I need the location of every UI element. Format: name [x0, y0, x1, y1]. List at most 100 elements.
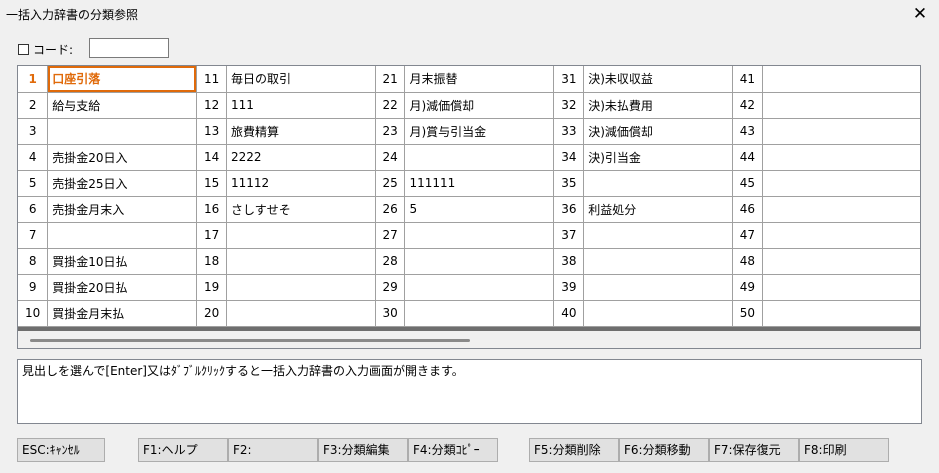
- category-name-cell[interactable]: 給与支給: [47, 92, 198, 119]
- category-number: 12: [196, 92, 227, 119]
- category-number: 37: [553, 222, 585, 249]
- code-label: コード:: [33, 42, 74, 57]
- category-name-cell[interactable]: 売掛金25日入: [47, 170, 198, 197]
- category-name-cell[interactable]: [762, 274, 920, 301]
- category-number: 45: [732, 170, 763, 197]
- f6-move-category-button[interactable]: F6:分類移動: [619, 438, 709, 462]
- category-name-cell[interactable]: [762, 118, 920, 145]
- grid-row: 8 買掛金10日払 18 28 38 48: [18, 248, 920, 275]
- category-name-cell[interactable]: [762, 300, 920, 327]
- grid-row: 1 口座引落 11 毎日の取引 21 月末振替 31 決)未収収益 41: [18, 66, 920, 93]
- help-message: 見出しを選んで[Enter]又はﾀﾞﾌﾞﾙｸﾘｯｸすると一括入力辞書の入力画面が…: [17, 359, 922, 424]
- category-name-cell[interactable]: 月)減価償却: [404, 92, 555, 119]
- category-name-cell[interactable]: [404, 274, 555, 301]
- category-number: 16: [196, 196, 227, 223]
- category-name-cell[interactable]: [226, 274, 376, 301]
- grid-row: 7 17 27 37 47: [18, 222, 920, 249]
- f4-copy-category-button[interactable]: F4:分類ｺﾋﾟｰ: [408, 438, 498, 462]
- category-number: 25: [375, 170, 406, 197]
- category-number: 34: [553, 144, 585, 171]
- category-name-cell[interactable]: 11112: [226, 170, 376, 197]
- category-number: 11: [196, 66, 227, 93]
- category-name-cell[interactable]: [47, 222, 198, 249]
- category-name-cell[interactable]: 月末振替: [404, 66, 555, 93]
- category-name-cell[interactable]: さしすせそ: [226, 196, 376, 223]
- f7-save-restore-button[interactable]: F7:保存復元: [709, 438, 799, 462]
- category-number: 28: [375, 248, 406, 275]
- category-name-cell[interactable]: [583, 274, 733, 301]
- category-name-cell[interactable]: 口座引落: [47, 66, 198, 93]
- esc-cancel-button[interactable]: ESC:ｷｬﾝｾﾙ: [17, 438, 105, 462]
- category-name-cell[interactable]: [762, 144, 920, 171]
- f5-delete-category-button[interactable]: F5:分類削除: [529, 438, 619, 462]
- grid-row: 9 買掛金20日払 19 29 39 49: [18, 274, 920, 301]
- category-name-cell[interactable]: [226, 222, 376, 249]
- f2-button[interactable]: F2:: [228, 438, 318, 462]
- category-name-cell[interactable]: 2222: [226, 144, 376, 171]
- category-name-cell[interactable]: [226, 248, 376, 275]
- category-name-cell[interactable]: [583, 300, 733, 327]
- category-name-cell[interactable]: [762, 92, 920, 119]
- category-name-cell[interactable]: [404, 222, 555, 249]
- category-name-cell[interactable]: 決)未収収益: [583, 66, 733, 93]
- category-name-cell[interactable]: [404, 300, 555, 327]
- f1-help-button[interactable]: F1:ヘルプ: [138, 438, 228, 462]
- category-name-cell[interactable]: [226, 300, 376, 327]
- category-number: 8: [18, 248, 49, 275]
- category-number: 15: [196, 170, 227, 197]
- category-number: 4: [18, 144, 49, 171]
- category-name-cell[interactable]: [404, 248, 555, 275]
- category-name-cell[interactable]: [762, 170, 920, 197]
- category-name-cell[interactable]: 月)賞与引当金: [404, 118, 555, 145]
- category-number: 22: [375, 92, 406, 119]
- category-number: 33: [553, 118, 585, 145]
- category-name-cell[interactable]: 毎日の取引: [226, 66, 376, 93]
- grid-row: 3 13 旅費精算 23 月)賞与引当金 33 決)減価償却 43: [18, 118, 920, 145]
- category-name-cell[interactable]: [404, 144, 555, 171]
- category-number: 24: [375, 144, 406, 171]
- category-number: 29: [375, 274, 406, 301]
- category-name-cell[interactable]: 111111: [404, 170, 555, 197]
- category-number: 9: [18, 274, 49, 301]
- scrollbar-thumb[interactable]: [30, 339, 470, 342]
- category-name-cell[interactable]: 5: [404, 196, 555, 223]
- category-name-cell[interactable]: 買掛金10日払: [47, 248, 198, 275]
- category-name-cell[interactable]: [762, 196, 920, 223]
- category-name-cell[interactable]: [762, 222, 920, 249]
- grid-row: 6 売掛金月末入 16 さしすせそ 26 5 36 利益処分 46: [18, 196, 920, 223]
- category-name-cell[interactable]: [583, 222, 733, 249]
- f3-edit-category-button[interactable]: F3:分類編集: [318, 438, 408, 462]
- category-number: 26: [375, 196, 406, 223]
- code-input[interactable]: [89, 38, 169, 58]
- category-name-cell[interactable]: 旅費精算: [226, 118, 376, 145]
- category-name-cell[interactable]: [583, 170, 733, 197]
- category-number: 21: [375, 66, 406, 93]
- category-number: 49: [732, 274, 763, 301]
- category-name-cell[interactable]: 買掛金月末払: [47, 300, 198, 327]
- category-name-cell[interactable]: [762, 248, 920, 275]
- horizontal-scrollbar[interactable]: [18, 331, 920, 348]
- category-name-cell[interactable]: [583, 248, 733, 275]
- category-name-cell[interactable]: 決)減価償却: [583, 118, 733, 145]
- category-name-cell[interactable]: 売掛金月末入: [47, 196, 198, 223]
- grid-row: 10 買掛金月末払 20 30 40 50: [18, 300, 920, 327]
- category-name-cell[interactable]: [762, 66, 920, 93]
- code-checkbox[interactable]: [18, 43, 29, 55]
- category-number: 20: [196, 300, 227, 327]
- category-name-cell[interactable]: 売掛金20日入: [47, 144, 198, 171]
- category-number: 6: [18, 196, 49, 223]
- category-number: 19: [196, 274, 227, 301]
- category-name-cell[interactable]: 決)未払費用: [583, 92, 733, 119]
- category-name-cell[interactable]: [47, 118, 198, 145]
- category-name-cell[interactable]: 買掛金20日払: [47, 274, 198, 301]
- category-name-cell[interactable]: 111: [226, 92, 376, 119]
- category-number: 23: [375, 118, 406, 145]
- window-title: 一括入力辞書の分類参照: [6, 8, 139, 22]
- category-number: 48: [732, 248, 763, 275]
- category-number: 35: [553, 170, 585, 197]
- category-number: 43: [732, 118, 763, 145]
- f8-print-button[interactable]: F8:印刷: [799, 438, 889, 462]
- category-name-cell[interactable]: 利益処分: [583, 196, 733, 223]
- close-icon[interactable]: ✕: [909, 3, 931, 25]
- category-name-cell[interactable]: 決)引当金: [583, 144, 733, 171]
